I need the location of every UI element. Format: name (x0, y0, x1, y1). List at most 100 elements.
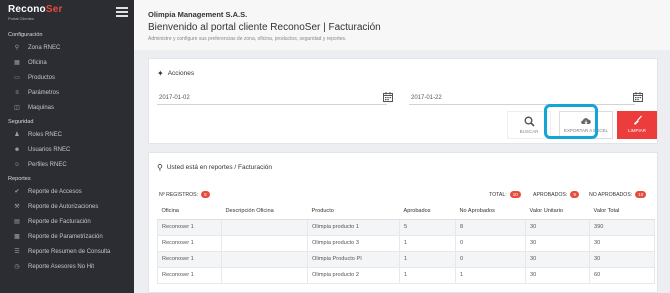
table-cell: 5 (399, 218, 456, 236)
table-cell: Reconoser 1 (157, 266, 222, 284)
table-cell (221, 234, 308, 252)
status-badge: 9 (570, 191, 579, 198)
table-cell (221, 250, 308, 268)
map-marker-icon: ⚲ (14, 45, 20, 51)
sidebar-item-reporte-autorizaciones[interactable]: ⚒ Reporte de Autorizaciones (0, 199, 134, 214)
page-subtitle: Administre y configure sus preferencias … (148, 36, 347, 42)
table-row: Reconoser 1 Olimpia producto 1 5 8 30 39… (157, 218, 655, 236)
table-cell (221, 266, 308, 284)
table-cell: 30 (525, 218, 590, 236)
company-name: Olimpia Management S.A.S. (148, 10, 248, 19)
table-cell: 0 (455, 234, 526, 252)
not-approved-count: NO APROBADOS: 10 (589, 191, 647, 198)
table-cell: 30 (525, 234, 590, 252)
table-cell: 1 (455, 266, 526, 284)
status-badge: 10 (509, 191, 521, 198)
brand: ReconoSer Portal Clientes (0, 0, 134, 28)
sidebar-item-oficina[interactable]: ▦ Oficina (0, 55, 134, 70)
table-row: Reconoser 1 Olimpia producto 2 1 1 30 60 (157, 266, 655, 284)
sidebar-item-reporte-facturacion[interactable]: ▤ Reporte de Facturación (0, 214, 134, 229)
magic-wand-icon: ✦ (157, 69, 164, 78)
table-cell: 60 (589, 266, 655, 284)
sidebar-item-roles-rnec[interactable]: ♟ Roles RNEC (0, 127, 134, 142)
sidebar: ReconoSer Portal Clientes Configuración … (0, 0, 134, 293)
column-header[interactable]: Aprobados (399, 203, 456, 220)
sidebar-item-reporte-parametrizacion[interactable]: ▩ Reporte de Parametrización (0, 229, 134, 244)
table-cell: Olimpia producto 2 (307, 266, 400, 284)
report-panel: ⚲ Usted está en reportes / Facturación N… (148, 152, 658, 293)
actions-title: ✦ Acciones (157, 69, 195, 78)
sidebar-item-perfiles-rnec[interactable]: ☺ Perfiles RNEC (0, 157, 134, 172)
column-header[interactable]: Oficina (157, 203, 222, 220)
table-row: Reconoser 1 Olimpia Producto PI 1 0 30 3… (157, 250, 655, 268)
status-badge: 5 (201, 191, 210, 198)
table-cell: Reconoser 1 (157, 250, 222, 268)
map-marker-icon: ⚲ (157, 163, 163, 172)
column-header[interactable]: Producto (307, 203, 400, 220)
table-cell: 1 (399, 266, 456, 284)
export-button-highlight (544, 104, 598, 139)
sidebar-item-reporte-resumen-consulta[interactable]: ☰ Reporte Resumen de Consulta (0, 244, 134, 259)
section-title-configuracion: Configuración (8, 32, 43, 38)
sliders-icon: ≡ (15, 89, 19, 96)
date-from-input[interactable]: 2017-01-02 (157, 91, 387, 105)
date-to-input[interactable]: 2017-01-22 (409, 91, 635, 105)
profile-icon: ☺ (13, 161, 21, 168)
table-cell: Olimpia Producto PI (307, 250, 400, 268)
table-cell: Reconoser 1 (157, 218, 222, 236)
sidebar-item-parametros[interactable]: ≡ Parámetros (0, 85, 134, 100)
table-cell: 30 (589, 250, 655, 268)
column-header[interactable]: Valor Total (589, 203, 655, 220)
clock-icon: ◷ (14, 264, 20, 270)
approved-count: APROBADOS: 9 (533, 191, 579, 198)
building-icon: ▦ (14, 60, 20, 66)
sidebar-item-productos[interactable]: ▭ Productos (0, 70, 134, 85)
total-count: TOTAL: 10 (489, 191, 521, 198)
clear-button[interactable]: LIMPIAR (617, 111, 657, 139)
page-title: Bienvenido al portal cliente ReconoSer |… (148, 22, 381, 33)
section-title-reportes: Reportes (8, 176, 31, 182)
calendar-icon[interactable] (633, 92, 643, 102)
table-row: Reconoser 1 Olimpia producto 3 1 0 30 30 (157, 234, 655, 252)
section-title-seguridad: Seguridad (8, 119, 34, 125)
wrench-icon: ⚒ (14, 204, 20, 210)
table-cell: 30 (525, 266, 590, 284)
sidebar-item-zona-rnec[interactable]: ⚲ Zona RNEC (0, 40, 134, 55)
breadcrumb: ⚲ Usted está en reportes / Facturación (157, 163, 272, 172)
table-cell: Olimpia producto 3 (307, 234, 400, 252)
sidebar-item-maquinas[interactable]: ◫ Maquinas (0, 100, 134, 115)
monitor-icon: ◫ (14, 105, 20, 111)
main-content: Olimpia Management S.A.S. Bienvenido al … (134, 0, 670, 293)
table-cell: Reconoser 1 (157, 234, 222, 252)
table-cell: 8 (455, 218, 526, 236)
broom-icon (633, 115, 642, 125)
column-header[interactable]: No Aprobados (455, 203, 526, 220)
chart-icon: ▩ (14, 234, 20, 240)
table-cell: 0 (455, 250, 526, 268)
page-header: Olimpia Management S.A.S. Bienvenido al … (134, 0, 670, 50)
table-header-row: Oficina Descripción Oficina Producto Apr… (157, 203, 655, 220)
file-icon: ▤ (14, 219, 20, 225)
users-icon: ♟ (14, 132, 20, 138)
card-icon: ▭ (14, 75, 20, 81)
table-cell: Olimpia producto 1 (307, 218, 400, 236)
hamburger-menu-icon[interactable] (116, 7, 128, 17)
table-cell: 30 (589, 234, 655, 252)
table-cell: 30 (525, 250, 590, 268)
user-icon: ☻ (13, 146, 21, 153)
sidebar-item-usuarios-rnec[interactable]: ☻ Usuarios RNEC (0, 142, 134, 157)
column-header[interactable]: Valor Unitario (525, 203, 590, 220)
check-icon: ✔ (14, 189, 20, 195)
records-count: Nº REGISTROS: 5 (159, 191, 210, 198)
sidebar-item-reporte-accesos[interactable]: ✔ Reporte de Accesos (0, 184, 134, 199)
list-icon: ☰ (14, 249, 20, 255)
billing-table: Oficina Descripción Oficina Producto Apr… (157, 203, 655, 284)
column-header[interactable]: Descripción Oficina (221, 203, 308, 220)
table-cell: 390 (589, 218, 655, 236)
calendar-icon[interactable] (383, 92, 393, 102)
sidebar-item-reporte-asesores-no-hit[interactable]: ◷ Reporte Asesores No Hit (0, 259, 134, 274)
table-cell: 1 (399, 250, 456, 268)
status-badge: 10 (635, 191, 647, 198)
table-cell (221, 218, 308, 236)
search-icon (524, 116, 535, 127)
